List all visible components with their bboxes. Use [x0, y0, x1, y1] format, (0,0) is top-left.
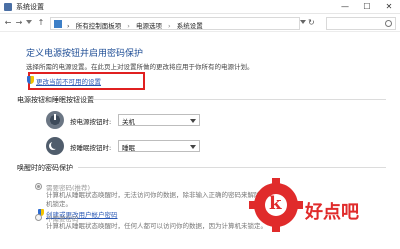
password-not-required-description: 计算机从睡眠状态唤醒时，任何人都可以访问你的数据，因为计算机未锁定。 [46, 222, 267, 230]
power-button-label: 按电源按钮时: [70, 118, 112, 126]
window-title: 系统设置 [16, 3, 44, 11]
search-input[interactable] [326, 17, 396, 30]
system-settings-icon [4, 3, 12, 11]
navigation-bar: ← → ↑ › 所有控制面板项 › 电源选项 › 系统设置 ↻ [0, 15, 400, 32]
breadcrumb: › 所有控制面板项 › 电源选项 › 系统设置 [67, 20, 203, 30]
power-button-icon [46, 111, 64, 129]
breadcrumb-separator: › [127, 22, 130, 30]
maximize-button[interactable]: ☐ [356, 0, 378, 14]
history-dropdown-icon[interactable] [26, 20, 32, 24]
address-dropdown-icon[interactable] [300, 20, 306, 24]
watermark-text: 好点吧 [305, 202, 359, 223]
sleep-button-value: 睡眠 [122, 144, 135, 152]
sleep-button-select[interactable]: 睡眠 [118, 140, 200, 152]
sleep-button-icon [46, 137, 64, 155]
breadcrumb-control-panel[interactable]: 所有控制面板项 [76, 22, 122, 30]
breadcrumb-power-options[interactable]: 电源选项 [136, 22, 162, 30]
password-not-required-radio[interactable] [35, 214, 42, 221]
power-button-value: 关机 [122, 118, 135, 126]
sleep-button-label: 按睡眠按钮时: [70, 144, 112, 152]
refresh-icon[interactable]: ↻ [308, 17, 320, 29]
chevron-down-icon [190, 145, 196, 149]
title-bar: 系统设置 — ☐ ✕ [0, 0, 400, 14]
uac-shield-icon [27, 76, 34, 84]
control-panel-icon [54, 20, 62, 28]
section-divider [78, 167, 386, 168]
sleep-button-row: 按睡眠按钮时: 睡眠 [46, 137, 216, 159]
search-icon [385, 20, 392, 27]
breadcrumb-separator: › [67, 22, 70, 30]
watermark-logo-letter: k [269, 193, 282, 214]
breadcrumb-separator: › [168, 22, 171, 30]
password-required-radio[interactable] [35, 183, 42, 190]
address-bar[interactable]: › 所有控制面板项 › 电源选项 › 系统设置 [50, 17, 300, 30]
close-button[interactable]: ✕ [378, 0, 400, 14]
page-description: 选择所需的电源设置。在此页上对设置所做的更改将应用于你所有的电源计划。 [26, 63, 254, 71]
chevron-down-icon [190, 119, 196, 123]
up-arrow-icon[interactable]: ↑ [36, 17, 46, 29]
forward-arrow-icon[interactable]: → [14, 17, 24, 29]
password-section-title: 唤醒时的密码保护 [17, 164, 73, 172]
change-unavailable-settings-link[interactable]: 更改当前不可用的设置 [36, 78, 101, 86]
back-arrow-icon[interactable]: ← [3, 17, 13, 29]
power-button-row: 按电源按钮时: 关机 [46, 111, 216, 133]
buttons-section-title: 电源按钮和睡眠按钮设置 [17, 96, 94, 104]
password-required-description: 计算机从睡眠状态唤醒时，无法访问你的数据，除非输入正确的密码来解除计算机锁定。 [46, 191, 274, 208]
minimize-button[interactable]: — [334, 0, 356, 14]
breadcrumb-system-settings[interactable]: 系统设置 [177, 22, 203, 30]
page-title: 定义电源按钮并启用密码保护 [26, 49, 144, 59]
unavailable-settings-row: 更改当前不可用的设置 [27, 76, 101, 86]
power-button-select[interactable]: 关机 [118, 114, 200, 126]
section-divider [90, 99, 386, 100]
